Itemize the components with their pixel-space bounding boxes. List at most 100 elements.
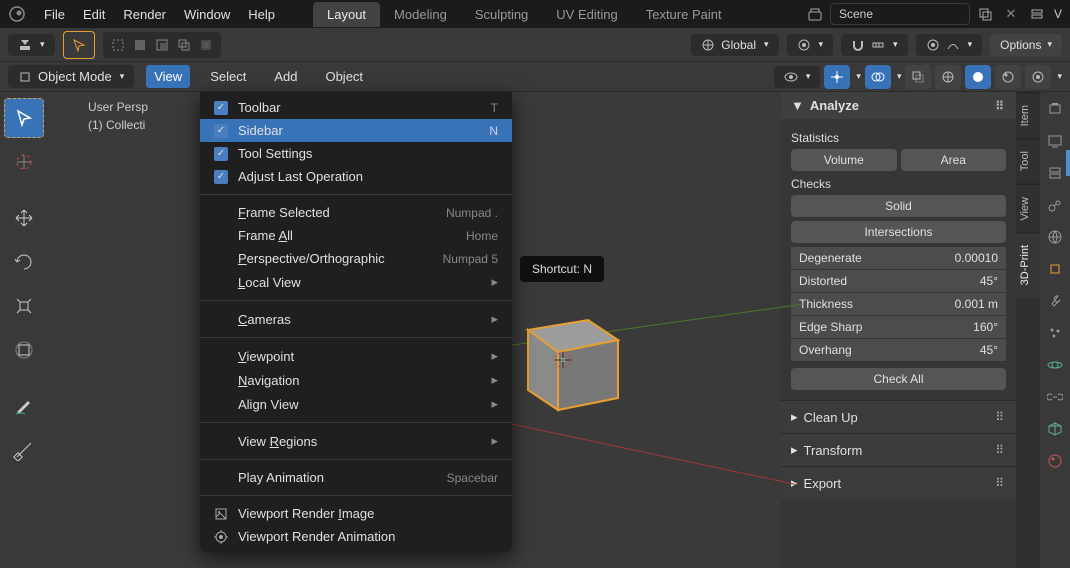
transform-orientation-dropdown[interactable]: Global ▾ [691,34,778,56]
tab-layout[interactable]: Layout [313,2,380,27]
xray-toggle[interactable] [905,65,931,89]
intersections-button[interactable]: Intersections [791,221,1006,243]
menu-window[interactable]: Window [184,7,230,22]
view-render-image[interactable]: Viewport Render Image [200,502,512,525]
prop-particles[interactable] [1042,320,1068,346]
gizmo-dropdown-icon[interactable]: ▾ [856,71,861,82]
analyze-header[interactable]: ▼ Analyze ⠿ [781,92,1016,119]
visibility-dropdown[interactable]: ▾ [774,66,821,88]
row-degenerate[interactable]: Degenerate [791,247,914,270]
overlay-dropdown-icon[interactable]: ▾ [897,71,902,82]
menu-help[interactable]: Help [248,7,275,22]
overhang-value[interactable]: 45° [914,339,1006,362]
cleanup-header[interactable]: ▸Clean Up⠿ [781,400,1016,433]
drag-handle-icon[interactable]: ⠿ [995,443,1006,457]
default-cube[interactable] [508,290,638,430]
shade-rendered[interactable] [1025,65,1051,89]
menu-file[interactable]: File [44,7,65,22]
menu-edit[interactable]: Edit [83,7,105,22]
menu-render[interactable]: Render [123,7,166,22]
view-align[interactable]: Align View ▸ [200,392,512,416]
scene-name-field[interactable]: Scene [830,3,970,25]
row-thickness[interactable]: Thickness [791,293,914,316]
tab-modeling[interactable]: Modeling [380,2,461,27]
prop-physics[interactable] [1042,352,1068,378]
tool-rotate[interactable] [4,242,44,282]
volume-button[interactable]: Volume [791,149,897,171]
tool-scale[interactable] [4,286,44,326]
solid-button[interactable]: Solid [791,195,1006,217]
row-distorted[interactable]: Distorted [791,270,914,293]
area-button[interactable]: Area [901,149,1007,171]
select-subtract-icon[interactable] [151,34,173,56]
3d-viewport[interactable]: User Persp (1) Collecti X Y Z [48,92,781,568]
view-tool-settings[interactable]: ✓ Tool Settings [200,142,512,165]
prop-object[interactable] [1042,256,1068,282]
select-invert-icon[interactable] [195,34,217,56]
tab-texture-paint[interactable]: Texture Paint [632,2,736,27]
edge-sharp-value[interactable]: 160° [914,316,1006,339]
editor-type-dropdown[interactable]: ▾ [8,34,55,56]
sidetab-view[interactable]: View [1016,184,1040,233]
select-set-icon[interactable] [107,34,129,56]
tool-select-box[interactable] [4,98,44,138]
distorted-value[interactable]: 45° [914,270,1006,293]
view-navigation[interactable]: Navigation ▸ [200,368,512,392]
row-overhang[interactable]: Overhang [791,339,914,362]
tab-sculpting[interactable]: Sculpting [461,2,542,27]
shade-wireframe[interactable] [935,65,961,89]
select-box-tool[interactable] [63,31,95,59]
new-scene-icon[interactable] [974,3,996,25]
view-sidebar[interactable]: ✓ Sidebar N [200,119,512,142]
viewlayer-browse-icon[interactable] [1026,3,1048,25]
prop-render[interactable] [1042,96,1068,122]
menu-select[interactable]: Select [202,65,254,88]
view-viewpoint[interactable]: Viewpoint ▸ [200,344,512,368]
prop-data[interactable] [1042,416,1068,442]
proportional-edit-dropdown[interactable]: ▾ [916,34,983,56]
sidetab-tool[interactable]: Tool [1016,138,1040,183]
degenerate-value[interactable]: 0.00010 [914,247,1006,270]
delete-scene-icon[interactable]: ✕ [1000,3,1022,25]
tool-annotate[interactable] [4,386,44,426]
view-frame-selected[interactable]: Frame Selected Numpad . [200,201,512,224]
prop-constraints[interactable] [1042,384,1068,410]
view-play-animation[interactable]: Play Animation Spacebar [200,466,512,489]
tool-measure[interactable] [4,430,44,470]
shade-solid[interactable] [965,65,991,89]
select-intersect-icon[interactable] [173,34,195,56]
tool-cursor[interactable] [4,142,44,182]
transform-header[interactable]: ▸Transform⠿ [781,433,1016,466]
select-extend-icon[interactable] [129,34,151,56]
shading-dropdown-icon[interactable]: ▾ [1057,71,1062,82]
view-toolbar[interactable]: ✓ Toolbar T [200,96,512,119]
scene-browse-icon[interactable] [804,3,826,25]
prop-output[interactable] [1042,128,1068,154]
prop-world[interactable] [1042,224,1068,250]
drag-handle-icon[interactable]: ⠿ [995,476,1006,490]
tool-transform[interactable] [4,330,44,370]
view-adjust-last[interactable]: ✓ Adjust Last Operation [200,165,512,188]
prop-material[interactable] [1042,448,1068,474]
prop-modifiers[interactable] [1042,288,1068,314]
view-render-animation[interactable]: Viewport Render Animation [200,525,512,548]
menu-view[interactable]: View [146,65,190,88]
menu-object[interactable]: Object [317,65,371,88]
drag-handle-icon[interactable]: ⠿ [995,99,1006,113]
shade-matpreview[interactable] [995,65,1021,89]
view-regions[interactable]: View Regions ▸ [200,429,512,453]
row-edge-sharp[interactable]: Edge Sharp [791,316,914,339]
prop-scene[interactable] [1042,192,1068,218]
view-frame-all[interactable]: Frame All Home [200,224,512,247]
options-dropdown[interactable]: Options ▾ [990,34,1062,56]
view-local[interactable]: Local View ▸ [200,270,512,294]
tool-move[interactable] [4,198,44,238]
overlay-toggle[interactable] [865,65,891,89]
prop-viewlayer[interactable] [1042,160,1068,186]
sidetab-item[interactable]: Item [1016,92,1040,138]
sidetab-3d-print[interactable]: 3D-Print [1016,232,1040,297]
pivot-dropdown[interactable]: ▾ [787,34,834,56]
drag-handle-icon[interactable]: ⠿ [995,410,1006,424]
snap-dropdown[interactable]: ▾ [841,34,908,56]
export-header[interactable]: ▸Export⠿ [781,466,1016,499]
